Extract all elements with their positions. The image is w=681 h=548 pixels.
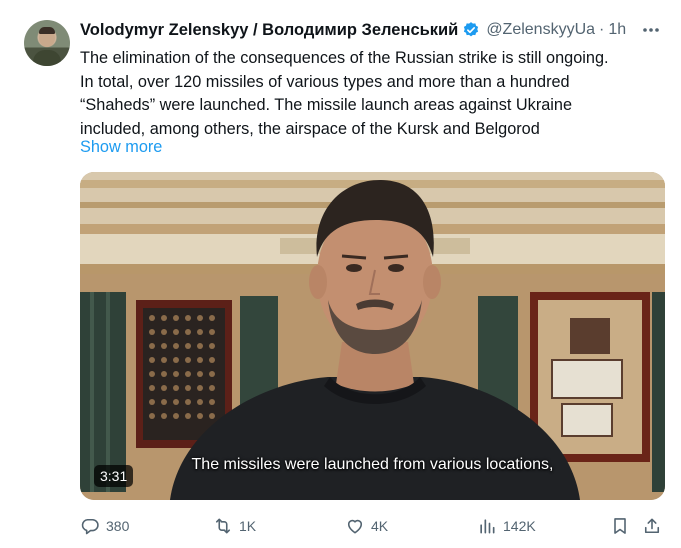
post-time[interactable]: 1h (608, 21, 626, 39)
bookmark-button[interactable] (610, 514, 630, 538)
reply-count: 380 (106, 518, 130, 534)
tweet-text-line: The elimination of the consequences of t… (80, 49, 609, 67)
share-icon (644, 518, 660, 534)
repost-count: 1K (239, 518, 257, 534)
like-button[interactable]: 4K (345, 514, 388, 538)
more-options-icon[interactable] (637, 18, 665, 42)
like-count: 4K (371, 518, 389, 534)
tweet-actions: 380 1K 4K 142K (80, 514, 665, 538)
bookmark-icon (614, 518, 626, 534)
video-frame (80, 172, 665, 500)
repost-icon (215, 518, 231, 534)
share-button[interactable] (642, 514, 662, 538)
tweet-text: The elimination of the consequences of t… (80, 47, 665, 141)
tweet-header: Volodymyr Zelenskyy / Володимир Зеленськ… (80, 18, 665, 42)
reply-button[interactable]: 380 (80, 514, 129, 538)
tweet-text-line: In total, over 120 missiles of various t… (80, 72, 570, 91)
video-player[interactable]: 3:31 (80, 172, 665, 500)
tweet-text-line: “Shaheds” were launched. The missile lau… (80, 96, 573, 114)
show-more-link[interactable]: Show more (80, 138, 162, 157)
avatar-shirt (33, 50, 61, 66)
view-count: 142K (503, 518, 536, 534)
reply-icon (81, 518, 99, 535)
video-subtitle: The missiles were launched from various … (191, 456, 554, 473)
heart-icon (347, 519, 363, 534)
author-name[interactable]: Volodymyr Zelenskyy / Володимир Зеленськ… (80, 21, 458, 40)
author-handle[interactable]: @ZelenskyyUa (486, 21, 595, 39)
verified-badge-icon (464, 22, 479, 37)
repost-button[interactable]: 1K (213, 514, 256, 538)
avatar-hair (39, 27, 55, 34)
tweet-text-line: included, among others, the airspace of … (80, 119, 540, 138)
views-button[interactable]: 142K (477, 514, 536, 538)
header-separator: · (599, 21, 605, 38)
author-avatar[interactable] (24, 20, 70, 66)
bar-chart-icon (480, 519, 495, 534)
